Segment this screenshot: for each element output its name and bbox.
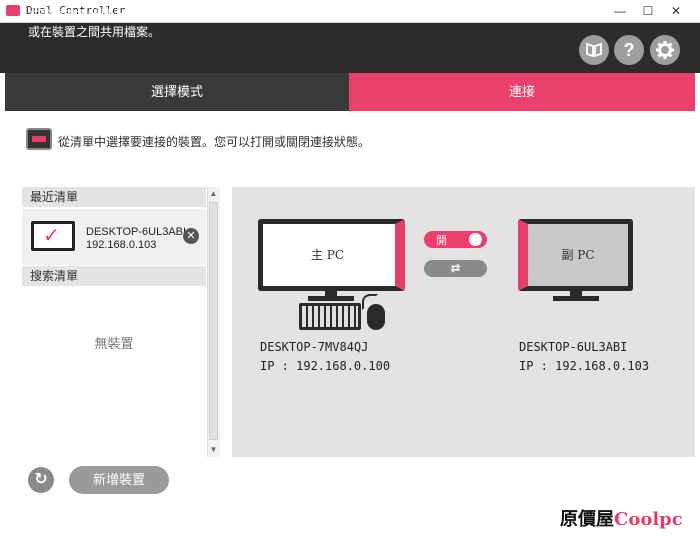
- primary-monitor-base: [308, 296, 354, 301]
- tab-select-mode[interactable]: 選擇模式: [5, 73, 349, 111]
- no-device-text: 無裝置: [94, 336, 134, 351]
- secondary-monitor-base: [553, 296, 599, 301]
- instruction-text: 從清單中選擇要連接的裝置。您可以打開或關閉連接狀態。: [58, 135, 371, 149]
- recent-device-ip: 192.168.0.103: [86, 239, 157, 251]
- watermark-text-2: Coolpc: [614, 509, 683, 530]
- app-icon: [6, 5, 20, 16]
- settings-button[interactable]: [650, 35, 680, 65]
- minimize-button[interactable]: —: [612, 3, 628, 19]
- watermark-text-1: 原價屋: [560, 509, 614, 530]
- scroll-thumb[interactable]: [209, 202, 218, 440]
- maximize-button[interactable]: ☐: [640, 3, 656, 19]
- add-device-button[interactable]: 新增裝置: [69, 466, 169, 494]
- mouse-icon: [367, 304, 385, 330]
- secondary-pc-label: 副 PC: [561, 248, 595, 262]
- secondary-pc-name: DESKTOP-6UL3ABI: [519, 340, 628, 354]
- watermark-logo: 原價屋Coolpc: [560, 505, 683, 531]
- tab-connect[interactable]: 連接: [349, 73, 695, 111]
- refresh-button[interactable]: ↻: [28, 467, 54, 493]
- scroll-down-arrow-icon[interactable]: ▼: [208, 444, 219, 456]
- toggle-knob: [469, 233, 482, 246]
- primary-pc-ip: IP : 192.168.0.100: [260, 359, 391, 373]
- checkmark-icon: ✓: [43, 225, 60, 247]
- book-icon: [586, 42, 602, 58]
- primary-pc-label: 主 PC: [310, 248, 345, 262]
- gear-icon: [656, 41, 674, 59]
- close-button[interactable]: ✕: [668, 3, 684, 19]
- recent-list-heading: 最近清單: [22, 187, 206, 207]
- header-line-2: 或在裝置之間共用檔案。: [28, 25, 161, 39]
- recent-device-name: DESKTOP-6UL3ABI: [86, 226, 187, 238]
- monitor-icon: [26, 128, 52, 150]
- scroll-up-arrow-icon[interactable]: ▲: [208, 188, 219, 200]
- swap-pc-button[interactable]: ⇄: [424, 260, 487, 277]
- header-line-1: 在裝置連接螢幕上，您可以使用鍵盤或滑鼠控制主 PC，: [28, 8, 324, 22]
- help-button[interactable]: ?: [614, 35, 644, 65]
- header-description: 在裝置連接螢幕上，您可以使用鍵盤或滑鼠控制主 PC， 或在裝置之間共用檔案。: [28, 7, 323, 41]
- connection-toggle-label: 開: [436, 235, 447, 247]
- keyboard-keys: [302, 306, 358, 327]
- manual-button[interactable]: [579, 35, 609, 65]
- primary-pc-name: DESKTOP-7MV84QJ: [260, 340, 369, 354]
- remove-device-button[interactable]: ✕: [183, 228, 199, 244]
- secondary-pc-ip: IP : 192.168.0.103: [519, 359, 650, 373]
- search-list-heading: 搜索清單: [22, 266, 206, 286]
